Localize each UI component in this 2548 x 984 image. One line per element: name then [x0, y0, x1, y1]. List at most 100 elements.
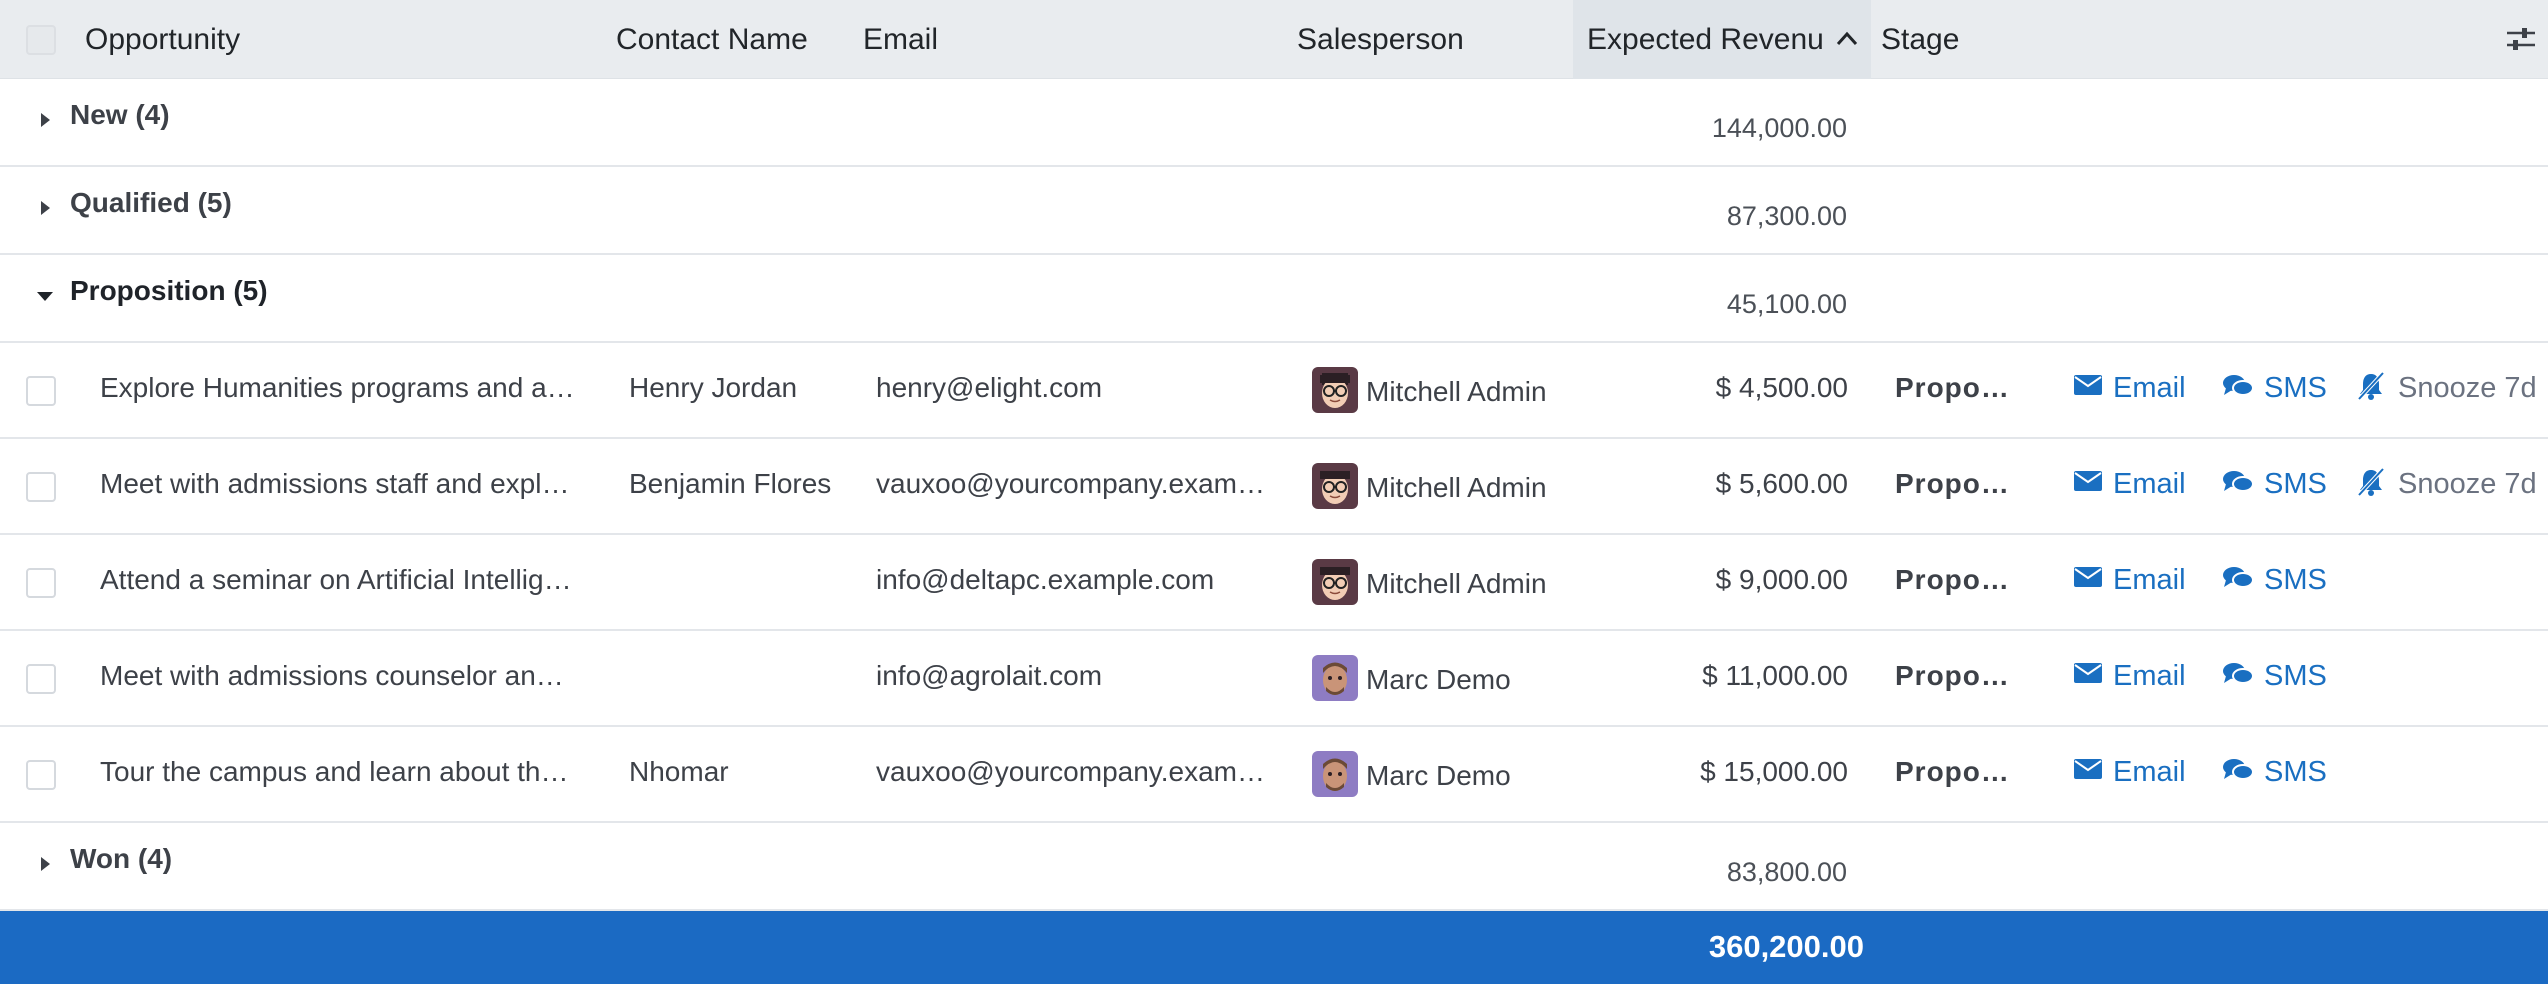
row-checkbox[interactable]	[26, 568, 56, 598]
revenue-cell[interactable]: $ 11,000.00	[1600, 631, 1848, 727]
sms-action-button[interactable]: SMS	[2222, 439, 2332, 529]
table-row[interactable]: Meet with admissions staff and explor… B…	[0, 439, 2548, 535]
column-email[interactable]: Email	[863, 0, 938, 79]
salesperson-cell[interactable]: Mitchell Admin	[1312, 439, 1572, 535]
sms-action-button[interactable]: SMS	[2222, 631, 2332, 721]
group-label: Won (4)	[70, 843, 173, 874]
email-action-button[interactable]: Email	[2073, 343, 2193, 433]
mitchell-avatar-icon	[1312, 559, 1358, 605]
comments-icon	[2223, 567, 2254, 588]
select-all-checkbox[interactable]	[26, 25, 56, 55]
column-contact-name[interactable]: Contact Name	[616, 0, 808, 79]
group-row-proposition[interactable]: Proposition (5) 45,100.00	[0, 255, 2548, 343]
revenue-cell[interactable]: $ 4,500.00	[1600, 343, 1848, 439]
mitchell-avatar-icon	[1312, 367, 1358, 413]
column-opportunity[interactable]: Opportunity	[85, 0, 240, 79]
group-revenue-sum: 45,100.00	[1726, 289, 1847, 319]
opportunity-cell[interactable]: Explore Humanities programs and att…	[100, 343, 575, 439]
bell-slash-icon	[2357, 467, 2385, 497]
contact-cell[interactable]	[629, 631, 849, 727]
snooze-action-button[interactable]: Snooze 7d	[2356, 439, 2548, 529]
email-action-button[interactable]: Email	[2073, 439, 2193, 529]
column-stage[interactable]: Stage	[1881, 0, 1959, 79]
opportunity-cell[interactable]: Meet with admissions staff and explor…	[100, 439, 575, 535]
sms-action-label: SMS	[2264, 660, 2327, 692]
table-row[interactable]: Meet with admissions counselor and t… in…	[0, 631, 2548, 727]
row-checkbox[interactable]	[26, 664, 56, 694]
row-checkbox[interactable]	[26, 472, 56, 502]
email-action-button[interactable]: Email	[2073, 727, 2193, 817]
salesperson-cell[interactable]: Mitchell Admin	[1312, 343, 1572, 439]
envelope-icon	[2074, 471, 2102, 491]
salesperson-name: Mitchell Admin	[1366, 472, 1547, 503]
email-action-label: Email	[2113, 468, 2186, 500]
email-cell[interactable]: henry@elight.com	[876, 343, 1266, 439]
email-cell[interactable]: info@deltapc.example.com	[876, 535, 1266, 631]
group-revenue-sum: 83,800.00	[1726, 857, 1847, 887]
email-action-label: Email	[2113, 564, 2186, 596]
column-salesperson[interactable]: Salesperson	[1297, 0, 1464, 79]
snooze-action-label: Snooze 7d	[2398, 372, 2537, 404]
group-revenue-sum: 87,300.00	[1726, 201, 1847, 231]
mitchell-avatar-icon	[1312, 463, 1358, 509]
revenue-cell[interactable]: $ 15,000.00	[1600, 727, 1848, 823]
table-row[interactable]: Explore Humanities programs and att… Hen…	[0, 343, 2548, 439]
envelope-icon	[2074, 759, 2102, 779]
envelope-icon	[2074, 663, 2102, 683]
row-checkbox[interactable]	[26, 376, 56, 406]
group-label: Qualified (5)	[70, 187, 232, 218]
table-row[interactable]: Tour the campus and learn about the … Nh…	[0, 727, 2548, 823]
sms-action-button[interactable]: SMS	[2222, 535, 2332, 625]
comments-icon	[2223, 471, 2254, 492]
expected-revenue-total: 360,200.00	[1708, 929, 1864, 964]
revenue-cell[interactable]: $ 9,000.00	[1600, 535, 1848, 631]
table-row[interactable]: Attend a seminar on Artificial Intellige…	[0, 535, 2548, 631]
email-action-label: Email	[2113, 660, 2186, 692]
caret-right-icon	[41, 201, 50, 215]
stage-cell[interactable]: Proposi…	[1895, 631, 2025, 727]
sms-action-button[interactable]: SMS	[2222, 727, 2332, 817]
salesperson-cell[interactable]: Marc Demo	[1312, 631, 1572, 727]
opportunity-cell[interactable]: Attend a seminar on Artificial Intellige…	[100, 535, 575, 631]
group-row-won[interactable]: Won (4) 83,800.00	[0, 823, 2548, 911]
sort-ascending-icon[interactable]	[1833, 25, 1861, 53]
email-cell[interactable]: vauxoo@yourcompany.exampl…	[876, 439, 1266, 535]
email-action-button[interactable]: Email	[2073, 631, 2193, 721]
group-revenue-sum: 144,000.00	[1711, 113, 1847, 143]
email-action-label: Email	[2113, 756, 2186, 788]
optional-columns-icon[interactable]	[2505, 23, 2537, 55]
revenue-cell[interactable]: $ 5,600.00	[1600, 439, 1848, 535]
email-cell[interactable]: vauxoo@yourcompany.exampl…	[876, 727, 1266, 823]
group-row-qualified[interactable]: Qualified (5) 87,300.00	[0, 167, 2548, 255]
list-header: Opportunity Contact Name Email Salespers…	[0, 0, 2548, 79]
column-expected-revenue[interactable]: Expected Revenu	[1587, 0, 1824, 79]
salesperson-name: Mitchell Admin	[1366, 376, 1547, 407]
contact-cell[interactable]: Henry Jordan	[629, 343, 849, 439]
sms-action-button[interactable]: SMS	[2222, 343, 2332, 433]
envelope-icon	[2074, 567, 2102, 587]
contact-cell[interactable]: Benjamin Flores	[629, 439, 849, 535]
caret-right-icon	[41, 857, 50, 871]
email-cell[interactable]: info@agrolait.com	[876, 631, 1266, 727]
opportunity-cell[interactable]: Meet with admissions counselor and t…	[100, 631, 575, 727]
salesperson-cell[interactable]: Marc Demo	[1312, 727, 1572, 823]
snooze-action-button[interactable]: Snooze 7d	[2356, 343, 2548, 433]
salesperson-name: Marc Demo	[1366, 760, 1511, 791]
email-action-button[interactable]: Email	[2073, 535, 2193, 625]
stage-cell[interactable]: Proposi…	[1895, 727, 2025, 823]
group-row-new[interactable]: New (4) 144,000.00	[0, 79, 2548, 167]
comments-icon	[2223, 663, 2254, 684]
sms-action-label: SMS	[2264, 372, 2327, 404]
row-checkbox[interactable]	[26, 760, 56, 790]
sms-action-label: SMS	[2264, 756, 2327, 788]
stage-cell[interactable]: Proposi…	[1895, 535, 2025, 631]
stage-cell[interactable]: Proposi…	[1895, 343, 2025, 439]
stage-cell[interactable]: Proposi…	[1895, 439, 2025, 535]
opportunity-cell[interactable]: Tour the campus and learn about the …	[100, 727, 575, 823]
contact-cell[interactable]: Nhomar	[629, 727, 849, 823]
comments-icon	[2223, 759, 2254, 780]
group-label: New (4)	[70, 99, 170, 130]
contact-cell[interactable]	[629, 535, 849, 631]
salesperson-cell[interactable]: Mitchell Admin	[1312, 535, 1572, 631]
caret-right-icon	[41, 113, 50, 127]
